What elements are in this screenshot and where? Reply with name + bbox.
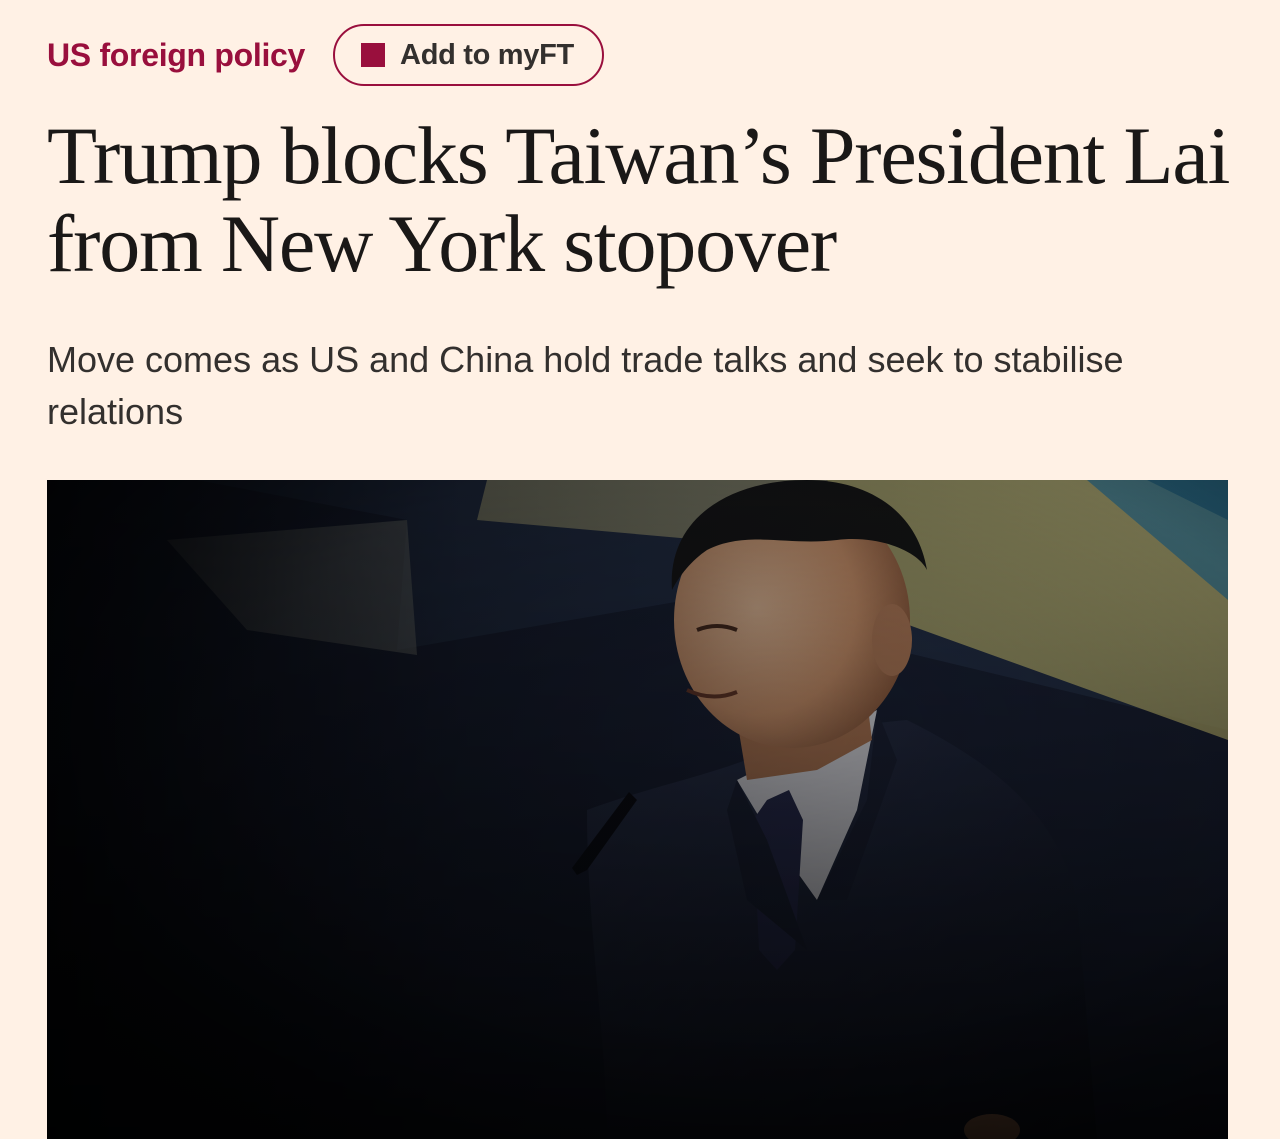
myft-button-label: Add to myFT xyxy=(400,38,574,71)
topic-link[interactable]: US foreign policy xyxy=(47,37,305,74)
article-headline: Trump blocks Taiwan’s President Lai from… xyxy=(47,110,1230,289)
add-to-myft-button[interactable]: Add to myFT xyxy=(333,24,604,86)
myft-square-icon xyxy=(361,43,386,67)
topic-row: US foreign policy Add to myFT xyxy=(47,22,604,88)
article-standfirst: Move comes as US and China hold trade ta… xyxy=(47,339,1124,432)
article-page: US foreign policy Add to myFT Trump bloc… xyxy=(0,0,1280,1139)
article-main-image xyxy=(47,480,1228,1139)
man-at-podium-photo xyxy=(47,480,1228,1139)
